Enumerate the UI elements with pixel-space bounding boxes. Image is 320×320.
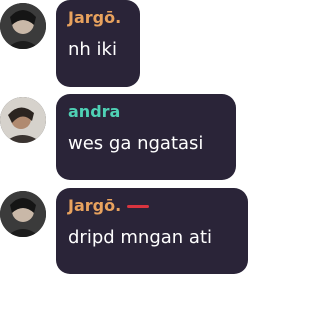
avatar[interactable] [0, 191, 46, 237]
message-bubble[interactable]: Jargō. nh iki [56, 0, 140, 87]
author-name-text[interactable]: Jargō. [68, 196, 121, 215]
message-bubble[interactable]: andra wes ga ngatasi [56, 94, 236, 180]
avatar[interactable] [0, 3, 46, 49]
avatar-image [0, 3, 46, 49]
role-badge [127, 205, 150, 208]
author-name: Jargō. [68, 196, 236, 216]
avatar-image [0, 191, 46, 237]
message-text: nh iki [68, 39, 117, 60]
message-text: dripd mngan ati [68, 227, 213, 248]
author-name[interactable]: andra [68, 102, 224, 122]
author-name[interactable]: Jargō. [68, 8, 128, 28]
message-text: wes ga ngatasi [68, 133, 204, 154]
avatar[interactable] [0, 97, 46, 143]
avatar-image [0, 97, 46, 143]
message-bubble[interactable]: Jargō. dripd mngan ati [56, 188, 248, 274]
